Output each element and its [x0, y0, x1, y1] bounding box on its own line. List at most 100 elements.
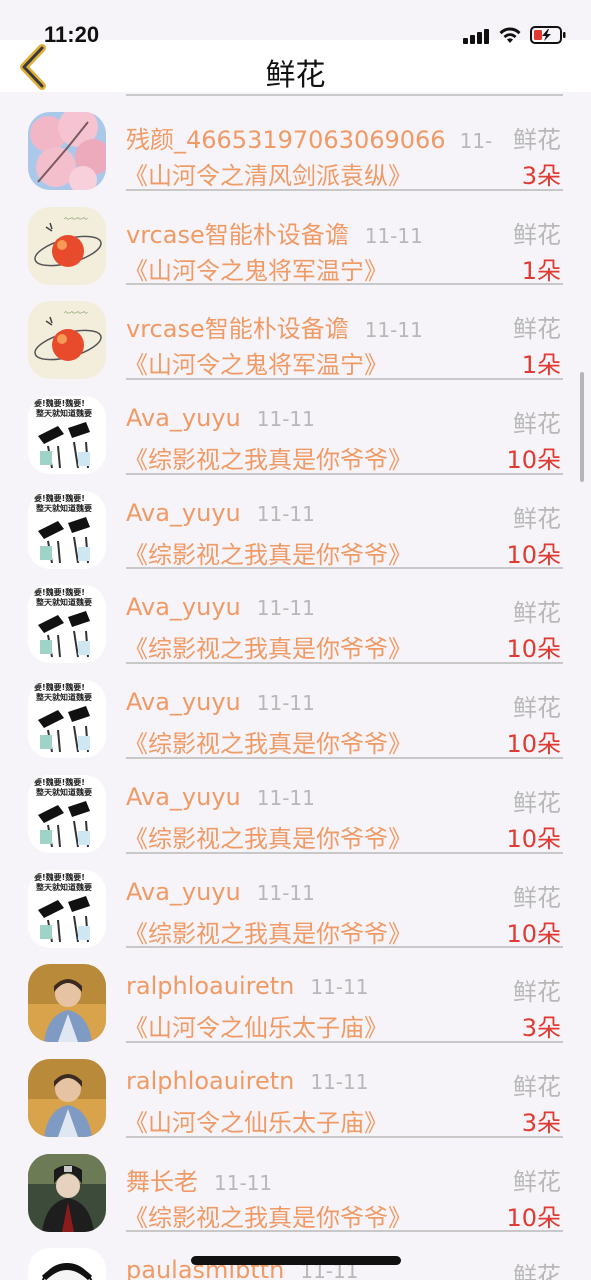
book-title[interactable]: 《山河令之鬼将军温宁》 — [124, 345, 388, 380]
gift-count: 10朵 — [506, 730, 561, 759]
sender-name: Ava_yuyu 11-11 — [126, 499, 315, 527]
book-title[interactable]: 《山河令之仙乐太子庙》 — [124, 1103, 388, 1138]
avatar-meme[interactable]: 要!魏要!魏要! 整天就知道魏要 — [28, 869, 106, 948]
book-title[interactable]: 《山河令之鬼将军温宁》 — [124, 251, 388, 286]
gift-count: 3朵 — [521, 1014, 561, 1043]
sender-name: vrcase智能朴设备谵 11-11 — [126, 309, 423, 344]
list-item[interactable]: 要!魏要!魏要! 整天就知道魏要 Ava_yuyu 11-11 鲜花 《综影视之我真… — [0, 380, 591, 475]
book-title[interactable]: 《综影视之我真是你爷爷》 — [124, 724, 412, 759]
book-title[interactable]: 《综影视之我真是你爷爷》 — [124, 629, 412, 664]
list-item[interactable]: ～～～～ vrcase智能朴设备谵 11-11 鲜花 《山河令之鬼将军温宁》 1朵 — [0, 191, 591, 286]
battery-charging-icon — [530, 26, 566, 44]
book-title[interactable]: 《综影视之我真是你爷爷》 — [124, 914, 412, 949]
book-title[interactable]: 《综影视之我真是你爷爷》 — [124, 819, 412, 854]
gift-type: 鲜花 — [513, 1072, 561, 1101]
gift-type: 鲜花 — [513, 1167, 561, 1196]
avatar-cherry-blossom[interactable] — [28, 112, 106, 190]
gift-type: 鲜花 — [513, 978, 561, 1007]
sender-name: vrcase智能朴设备谵 11-11 — [126, 215, 423, 250]
home-indicator[interactable] — [191, 1256, 401, 1265]
list-item[interactable]: 要!魏要!魏要! 整天就知道魏要 Ava_yuyu 11-11 鲜花 《综影视之我真… — [0, 854, 591, 949]
book-title[interactable]: 《山河令之清风剑派袁纵》 — [124, 156, 412, 191]
avatar-apple-drawing[interactable]: ～～～～ — [28, 206, 106, 285]
gift-count: 3朵 — [521, 1108, 561, 1137]
book-title[interactable]: 《综影视之我真是你爷爷》 — [124, 440, 412, 475]
avatar-meme[interactable]: 要!魏要!魏要! 整天就知道魏要 — [28, 680, 106, 759]
sender-name: ralphloauiretn 11-11 — [126, 1067, 368, 1095]
list-item[interactable]: ralphloauiretn 11-11 鲜花 《山河令之仙乐太子庙》 3朵 — [0, 1043, 591, 1138]
gift-count: 10朵 — [506, 540, 561, 569]
sender-name: 舞长老 11-11 — [126, 1162, 272, 1197]
gift-count: 1朵 — [521, 256, 561, 285]
gift-type: 鲜花 — [513, 599, 561, 628]
avatar-meme-image: 要!魏要!魏要!整天就知道魏要 — [28, 774, 106, 853]
svg-text:要!魏要!魏要!: 要!魏要!魏要! — [34, 777, 85, 787]
send-time: 11-11 — [256, 501, 315, 526]
list-item[interactable]: 要!魏要!魏要! 整天就知道魏要 Ava_yuyu 11-11 鲜花 《综影视之我真… — [0, 569, 591, 665]
send-time: 11-11 — [364, 223, 423, 248]
svg-text:整天就知道魏要: 整天就知道魏要 — [35, 503, 92, 513]
avatar-costume[interactable] — [28, 1153, 106, 1232]
gift-count: 3朵 — [521, 162, 561, 190]
list-item[interactable]: ralphloauiretn 11-11 鲜花 《山河令之仙乐太子庙》 3朵 — [0, 948, 591, 1043]
wifi-icon — [499, 27, 521, 43]
svg-text:～～～～: ～～～～ — [64, 310, 88, 317]
list-item[interactable]: 要!魏要!魏要! 整天就知道魏要 Ava_yuyu 11-11 鲜花 《综影视之我真… — [0, 475, 591, 570]
gift-type: 鲜花 — [513, 220, 561, 249]
svg-text:要!魏要!魏要!: 要!魏要!魏要! — [34, 398, 85, 408]
avatar-meme[interactable]: 要!魏要!魏要! 整天就知道魏要 — [28, 585, 106, 664]
status-time: 11:20 — [44, 22, 100, 47]
avatar-meme-image: 要!魏要!魏要!整天就知道魏要 — [28, 396, 106, 475]
list-item[interactable]: 要!魏要!魏要! 整天就知道魏要 Ava_yuyu 11-11 鲜花 《综影视之我真… — [0, 664, 591, 759]
avatar-cartoon-face[interactable] — [28, 1248, 106, 1280]
sender-name-text: Ava_yuyu — [126, 593, 241, 622]
list-item[interactable]: 残颜_466531970630690​66 11- 鲜花 《山河令之清风剑派袁纵》… — [0, 96, 591, 191]
sender-name-text: vrcase智能朴设备谵 — [126, 315, 349, 344]
svg-text:整天就知道魏要: 整天就知道魏要 — [35, 692, 92, 702]
gift-type: 鲜花 — [513, 504, 561, 533]
avatar-meme[interactable]: 要!魏要!魏要! 整天就知道魏要 — [28, 490, 106, 569]
avatar-apple-drawing[interactable]: ～～～～ — [28, 301, 106, 380]
avatar-meme-image: 要!魏要!魏要!整天就知道魏要 — [28, 680, 106, 759]
send-time: 11-11 — [256, 785, 315, 810]
svg-text:要!魏要!魏要!: 要!魏要!魏要! — [34, 587, 85, 597]
avatar-cherry-blossom-image — [28, 112, 106, 190]
list-item[interactable]: ～～～～ vrcase智能朴设备谵 11-11 鲜花 《山河令之鬼将军温宁》 1朵 — [0, 285, 591, 381]
send-time: 11-11 — [364, 318, 423, 343]
avatar-meme[interactable]: 要!魏要!魏要! 整天就知道魏要 — [28, 774, 106, 853]
avatar-person-field[interactable] — [28, 964, 106, 1043]
sender-name-text: Ava_yuyu — [126, 782, 241, 811]
avatar-person-field[interactable] — [28, 1058, 106, 1137]
status-bar: 11:20 — [0, 0, 591, 47]
sender-name-text: ralphloauiretn — [126, 972, 295, 1001]
svg-text:要!魏要!魏要!: 要!魏要!魏要! — [34, 872, 85, 882]
gift-type: 鲜花 — [513, 788, 561, 817]
svg-text:～～～～: ～～～～ — [64, 216, 88, 223]
gift-count: 10朵 — [506, 446, 561, 475]
gift-type: 鲜花 — [513, 883, 561, 912]
list-item[interactable]: 舞长老 11-11 鲜花 《综影视之我真是你爷爷》 10朵 — [0, 1138, 591, 1233]
gift-record-list[interactable]: 残颜_466531970630690​66 11- 鲜花 《山河令之清风剑派袁纵》… — [0, 92, 591, 1280]
send-time: 11-11 — [256, 596, 315, 621]
sender-name: ralphloauiretn 11-11 — [126, 972, 368, 1000]
book-title[interactable]: 《山河令之仙乐太子庙》 — [124, 1008, 388, 1043]
send-time: 11-11 — [256, 407, 315, 432]
svg-text:整天就知道魏要: 整天就知道魏要 — [35, 408, 92, 418]
cellular-signal-icon — [463, 28, 489, 44]
avatar-meme[interactable]: 要!魏要!魏要! 整天就知道魏要 — [28, 396, 106, 475]
sender-name: Ava_yuyu 11-11 — [126, 783, 315, 811]
avatar-person-field-image — [28, 1058, 106, 1137]
svg-text:整天就知道魏要: 整天就知道魏要 — [35, 882, 92, 892]
book-title[interactable]: 《综影视之我真是你爷爷》 — [124, 1198, 412, 1233]
book-title[interactable]: 《综影视之我真是你爷爷》 — [124, 535, 412, 570]
sender-name: Ava_yuyu 11-11 — [126, 878, 315, 906]
sender-name-text: Ava_yuyu — [126, 498, 241, 527]
sender-name: 残颜_466531970630690​66 11- — [126, 120, 492, 155]
list-item[interactable]: 要!魏要!魏要! 整天就知道魏要 Ava_yuyu 11-11 鲜花 《综影视之我真… — [0, 759, 591, 854]
sender-name: Ava_yuyu 11-11 — [126, 688, 315, 716]
scroll-indicator[interactable] — [580, 372, 584, 482]
sender-name: Ava_yuyu 11-11 — [126, 593, 315, 621]
sender-name-text: Ava_yuyu — [126, 877, 241, 906]
send-time: 11-11 — [256, 691, 315, 716]
sender-name: Ava_yuyu 11-11 — [126, 404, 315, 432]
